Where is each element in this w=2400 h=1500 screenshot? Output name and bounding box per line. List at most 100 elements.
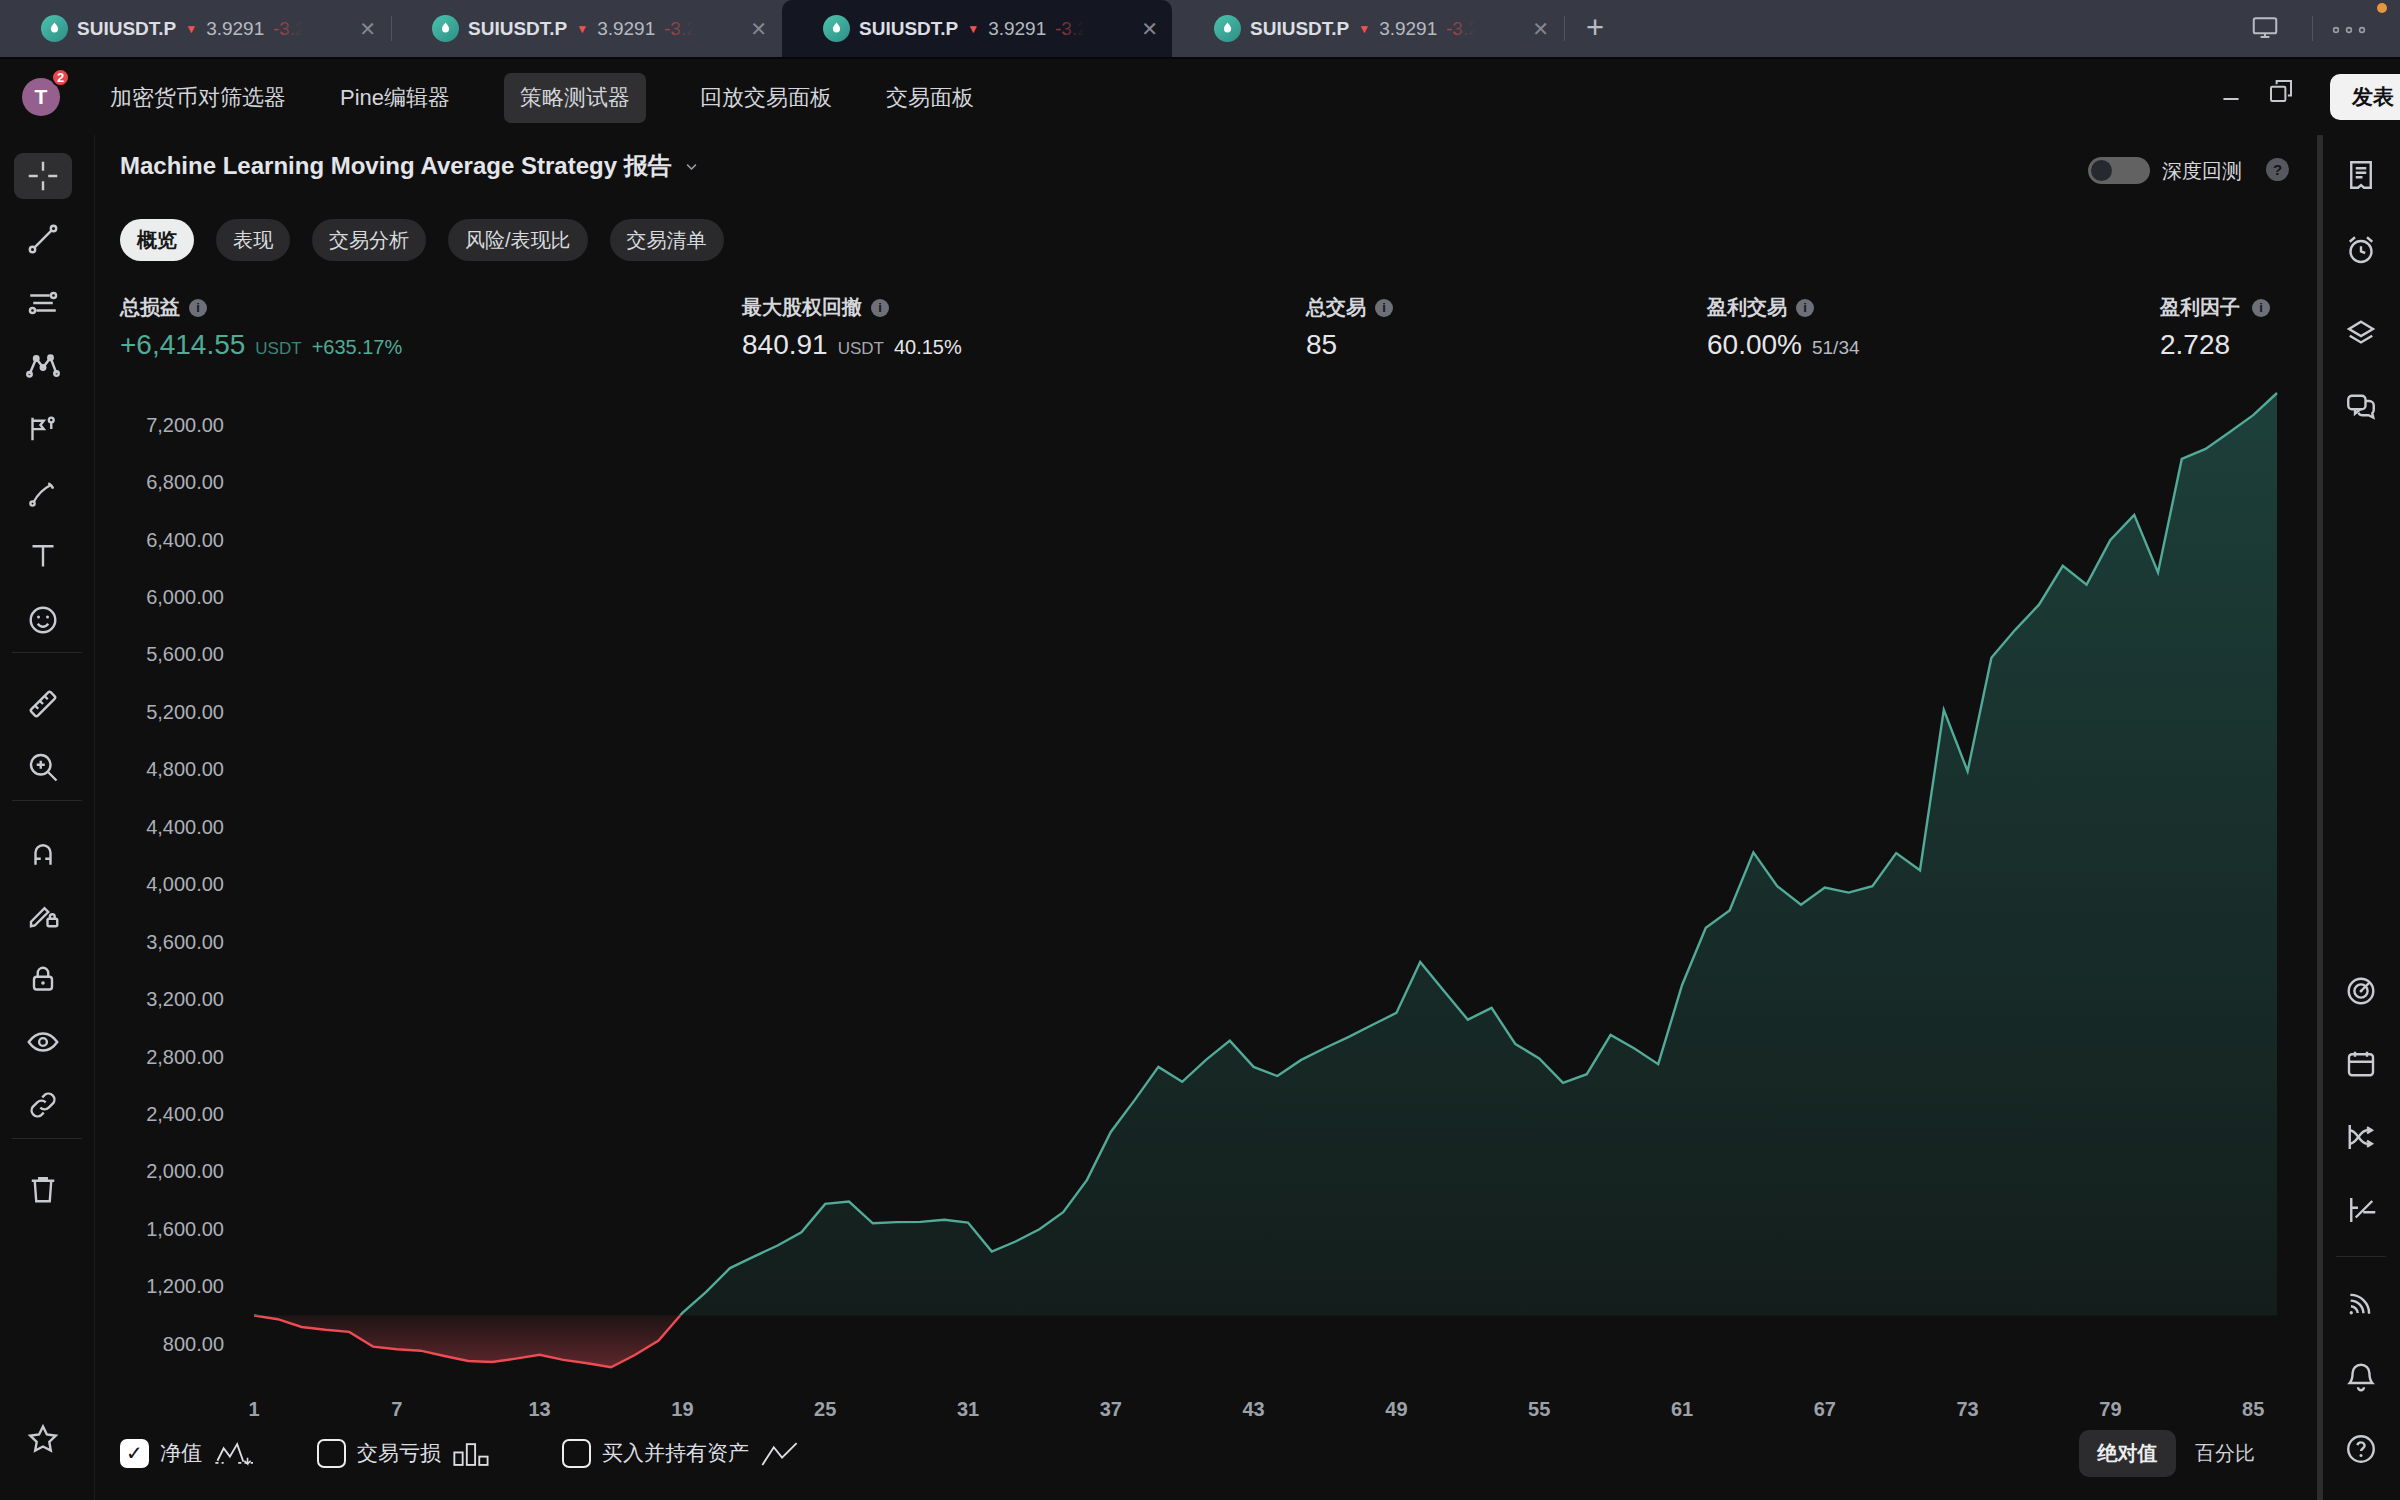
link-icon (25, 1087, 61, 1123)
tab-change: -3.2 (273, 18, 305, 40)
tool-link[interactable] (14, 1082, 72, 1128)
y-axis-label: 2,800.00 (146, 1046, 224, 1068)
help-icon[interactable]: ? (2266, 158, 2289, 181)
tab-price: 3.9291 (1379, 18, 1437, 40)
info-icon[interactable]: i (1796, 299, 1814, 317)
x-axis-label: 37 (1100, 1398, 1122, 1420)
toolbar-separator (12, 800, 82, 801)
sidebar-layers[interactable] (2330, 308, 2392, 358)
stat-2: 最大股权回撤i840.91USDT40.15% (742, 294, 962, 361)
report-title[interactable]: Machine Learning Moving Average Strategy… (120, 150, 699, 182)
equity-line-down (254, 393, 2277, 1367)
tool-trash[interactable] (14, 1166, 72, 1212)
sidebar-alarm[interactable] (2330, 225, 2392, 275)
checkbox-unchecked[interactable] (317, 1439, 346, 1468)
x-axis-label: 67 (1814, 1398, 1836, 1420)
tool-brush[interactable] (14, 470, 72, 516)
new-tab-button[interactable]: + (1577, 11, 1613, 45)
info-icon[interactable]: i (871, 299, 889, 317)
sidebar-wifi[interactable] (2330, 1278, 2392, 1328)
browser-tab-3-active[interactable]: SUIUSDT.P ▼ 3.9291 -3.2 ✕ (782, 0, 1172, 57)
tool-lock[interactable] (14, 956, 72, 1002)
sidebar-radar[interactable] (2330, 966, 2392, 1016)
report-tabs: 概览表现交易分析风险/表现比交易清单 (120, 219, 724, 261)
price-down-triangle-icon: ▼ (1358, 22, 1370, 36)
percent-scale-button[interactable]: 百分比 (2195, 1430, 2255, 1477)
help-icon (2343, 1431, 2379, 1467)
series-toggle-3[interactable]: 买入并持有资产 (562, 1437, 800, 1469)
sidebar-chat[interactable] (2330, 382, 2392, 432)
x-axis-label: 31 (957, 1398, 979, 1420)
tab-close-icon[interactable]: ✕ (1141, 19, 1158, 39)
tool-parallel-channel[interactable] (14, 280, 72, 326)
tool-zoom-in[interactable] (14, 744, 72, 790)
lock-icon (25, 961, 61, 997)
sidebar-help[interactable] (2330, 1424, 2392, 1474)
tool-text-tool[interactable] (14, 533, 72, 579)
trash-icon (25, 1171, 61, 1207)
wifi-icon (2343, 1285, 2379, 1321)
sui-logo-icon (1214, 15, 1241, 42)
tab-close-icon[interactable]: ✕ (750, 19, 767, 39)
browser-tab-4[interactable]: SUIUSDT.P ▼ 3.9291 -3.2 ✕ (1173, 0, 1563, 57)
publish-button[interactable]: 发表 (2330, 74, 2400, 120)
report-tab-3[interactable]: 交易分析 (312, 219, 426, 261)
magnet-icon (25, 834, 61, 870)
tool-star[interactable] (14, 1416, 72, 1462)
series-toggle-1[interactable]: ✓净值 (120, 1437, 253, 1469)
tool-eye[interactable] (14, 1019, 72, 1065)
menu-item-2[interactable]: Pine编辑器 (340, 83, 450, 113)
sidebar-bell[interactable] (2330, 1352, 2392, 1402)
stat-value: 60.00% (1707, 329, 1802, 361)
sidebar-journal[interactable] (2330, 150, 2392, 200)
tab-close-icon[interactable]: ✕ (1532, 19, 1549, 39)
tool-ruler[interactable] (14, 681, 72, 727)
y-axis-label: 3,200.00 (146, 988, 224, 1010)
browser-tab-1[interactable]: SUIUSDT.P ▼ 3.9291 -3.2 ✕ (0, 0, 390, 57)
tool-magnet[interactable] (14, 829, 72, 875)
status-dot (2377, 3, 2387, 13)
series-toggle-2[interactable]: 交易亏损 (317, 1437, 492, 1469)
tool-emoji[interactable] (14, 597, 72, 643)
calendar-icon (2343, 1046, 2379, 1082)
tool-draw-lock[interactable] (14, 892, 72, 938)
tab-change: -3.2 (1055, 18, 1087, 40)
minimize-icon[interactable] (2218, 86, 2244, 112)
report-tab-1[interactable]: 概览 (120, 219, 194, 261)
more-options-icon[interactable] (2330, 24, 2368, 36)
checkbox-unchecked[interactable] (562, 1439, 591, 1468)
stat-value: +6,414.55 (120, 329, 245, 361)
checkbox-checked[interactable]: ✓ (120, 1439, 149, 1468)
tab-price: 3.9291 (597, 18, 655, 40)
sidebar-compare-curves[interactable] (2330, 1112, 2392, 1162)
x-axis-label: 1 (248, 1398, 259, 1420)
report-tab-4[interactable]: 风险/表现比 (448, 219, 588, 261)
price-down-triangle-icon: ▼ (185, 22, 197, 36)
browser-tab-2[interactable]: SUIUSDT.P ▼ 3.9291 -3.2 ✕ (391, 0, 781, 57)
tool-xabcd-pattern[interactable] (14, 343, 72, 389)
info-icon[interactable]: i (189, 299, 207, 317)
sidebar-calendar[interactable] (2330, 1039, 2392, 1089)
tab-change: -3.2 (664, 18, 696, 40)
menu-item-4[interactable]: 回放交易面板 (700, 83, 832, 113)
report-tab-5[interactable]: 交易清单 (610, 219, 724, 261)
sidebar-separator (2336, 1256, 2386, 1257)
monitor-icon[interactable] (2250, 12, 2280, 42)
info-icon[interactable]: i (1375, 299, 1393, 317)
journal-icon (2343, 157, 2379, 193)
info-icon[interactable]: i (2252, 299, 2270, 317)
report-tab-2[interactable]: 表现 (216, 219, 290, 261)
tab-close-icon[interactable]: ✕ (359, 19, 376, 39)
deep-backtest-toggle[interactable] (2088, 157, 2150, 184)
tool-position-tool[interactable] (14, 406, 72, 452)
restore-panel-icon[interactable] (2266, 76, 2296, 106)
tool-trend-line[interactable] (14, 216, 72, 262)
menu-item-5[interactable]: 交易面板 (886, 83, 974, 113)
tool-crosshair[interactable] (14, 153, 72, 199)
absolute-scale-button[interactable]: 绝对值 (2079, 1430, 2176, 1477)
menu-item-1[interactable]: 加密货币对筛选器 (110, 83, 286, 113)
sidebar-trend-ruler[interactable] (2330, 1185, 2392, 1235)
series-toggle-label: 交易亏损 (357, 1439, 441, 1467)
ruler-icon (25, 686, 61, 722)
menu-item-3[interactable]: 策略测试器 (504, 73, 646, 123)
